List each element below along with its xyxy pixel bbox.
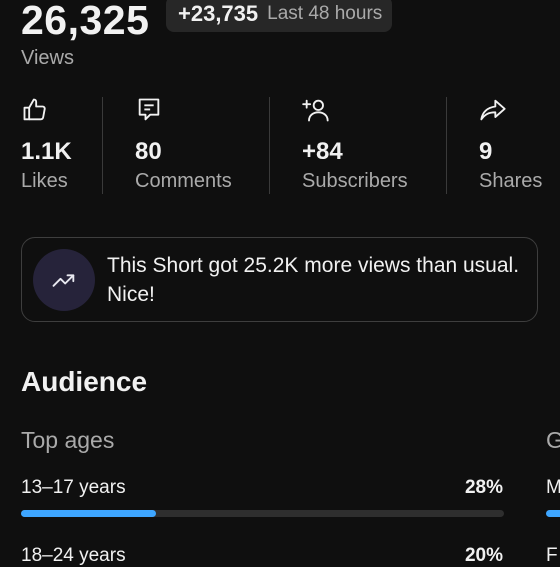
gender-label-partial: G (546, 427, 560, 453)
views-delta-pill: +23,735 Last 48 hours (166, 0, 393, 32)
insight-text: This Short got 25.2K more views than usu… (107, 254, 520, 306)
age-bar-track (21, 510, 504, 517)
trending-up-icon (33, 249, 95, 311)
shares-label: Shares (479, 170, 543, 192)
audience-title: Audience (21, 366, 148, 397)
subscribers-count: +84 (302, 138, 343, 165)
stat-divider (269, 97, 270, 194)
age-row-label: 18–24 years (21, 545, 126, 566)
add-person-icon (302, 96, 330, 124)
insight-card: This Short got 25.2K more views than usu… (21, 237, 538, 322)
age-row-label: 13–17 years (21, 477, 126, 498)
gender-row-label: M (546, 477, 560, 498)
views-delta: +23,735 (178, 1, 259, 26)
comment-icon (135, 96, 163, 124)
age-row-percent: 28% (464, 477, 503, 498)
views-count: 26,325 (21, 0, 150, 43)
likes-count: 1.1K (21, 138, 72, 165)
stat-divider (446, 97, 447, 194)
stat-divider (102, 97, 103, 194)
views-label: Views (21, 47, 74, 69)
subscribers-label: Subscribers (302, 170, 408, 192)
shares-count: 9 (479, 138, 493, 165)
top-ages-label: Top ages (21, 427, 115, 453)
age-row-percent: 20% (464, 545, 503, 566)
share-icon (479, 96, 507, 124)
likes-label: Likes (21, 170, 68, 192)
gender-bar-fill (546, 510, 560, 517)
age-bar-fill (21, 510, 157, 517)
comments-label: Comments (135, 170, 232, 192)
thumbs-up-icon (21, 96, 49, 124)
comments-count: 80 (135, 138, 162, 165)
period-label: Last 48 hours (267, 3, 383, 24)
gender-row-label: F (546, 545, 558, 566)
